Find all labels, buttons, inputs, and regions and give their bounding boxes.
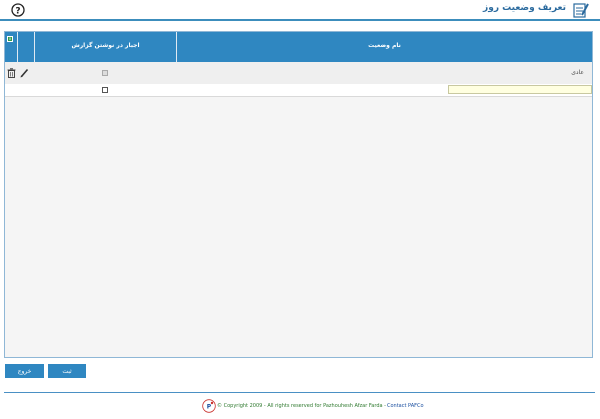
grid-header: x اجبار در نوشتن گزارش نام وضعیت [5, 32, 592, 62]
new-require-report-checkbox[interactable] [102, 87, 108, 93]
table-row[interactable]: عادی [5, 62, 592, 85]
status-grid: x اجبار در نوشتن گزارش نام وضعیت عادی [4, 31, 593, 358]
pencil-icon[interactable] [20, 68, 29, 78]
column-divider [17, 32, 18, 62]
require-report-checkbox [102, 70, 108, 76]
column-header-name[interactable]: نام وضعیت [177, 42, 592, 49]
trash-icon[interactable] [7, 68, 16, 78]
copyright-text: © Copyright 2009 - All rights reserved f… [217, 403, 386, 409]
footer-divider [4, 392, 595, 393]
exit-button[interactable]: خروج [5, 364, 44, 378]
new-row[interactable] [5, 84, 592, 97]
contact-link[interactable]: Contact PAFCo [387, 403, 424, 409]
form-edit-icon [573, 3, 589, 18]
column-header-require-report[interactable]: اجبار در نوشتن گزارش [35, 42, 176, 49]
pafco-logo-icon: P [202, 399, 216, 413]
save-button[interactable]: ثبت [48, 364, 86, 378]
excel-icon[interactable]: x [7, 36, 13, 42]
help-circle-icon[interactable]: ? [11, 3, 25, 17]
header-divider [0, 19, 600, 21]
status-name-cell: عادی [571, 69, 584, 76]
page-title: تعریف وضعیت روز [483, 3, 566, 13]
svg-text:P: P [207, 404, 212, 411]
svg-text:?: ? [15, 6, 20, 16]
page-header: ? تعریف وضعیت روز [0, 0, 600, 20]
new-status-name-input[interactable] [448, 85, 592, 94]
footer: P © Copyright 2009 - All rights reserved… [0, 399, 600, 415]
